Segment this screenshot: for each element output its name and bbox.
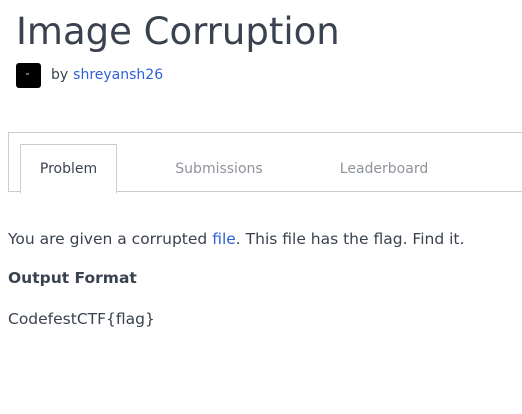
page-title: Image Corruption <box>16 10 340 53</box>
statement-text-before: You are given a corrupted <box>8 230 213 248</box>
output-format-heading: Output Format <box>8 269 137 287</box>
avatar-mark <box>26 72 29 75</box>
author-link[interactable]: shreyansh26 <box>73 67 163 83</box>
by-label: by <box>51 67 69 83</box>
author-row: by shreyansh26 <box>16 62 163 88</box>
file-link[interactable]: file <box>212 230 236 248</box>
tab-bar: Problem Submissions Leaderboard <box>8 132 522 194</box>
challenge-page: Image Corruption by shreyansh26 Problem … <box>0 0 522 414</box>
output-format-value: CodefestCTF{flag} <box>8 310 155 328</box>
tab-leaderboard[interactable]: Leaderboard <box>324 144 444 194</box>
avatar[interactable] <box>16 62 41 88</box>
tab-problem[interactable]: Problem <box>20 144 117 194</box>
tab-submissions[interactable]: Submissions <box>159 144 279 194</box>
problem-statement: You are given a corrupted file. This fil… <box>8 228 464 250</box>
statement-text-after: . This file has the flag. Find it. <box>235 230 465 248</box>
